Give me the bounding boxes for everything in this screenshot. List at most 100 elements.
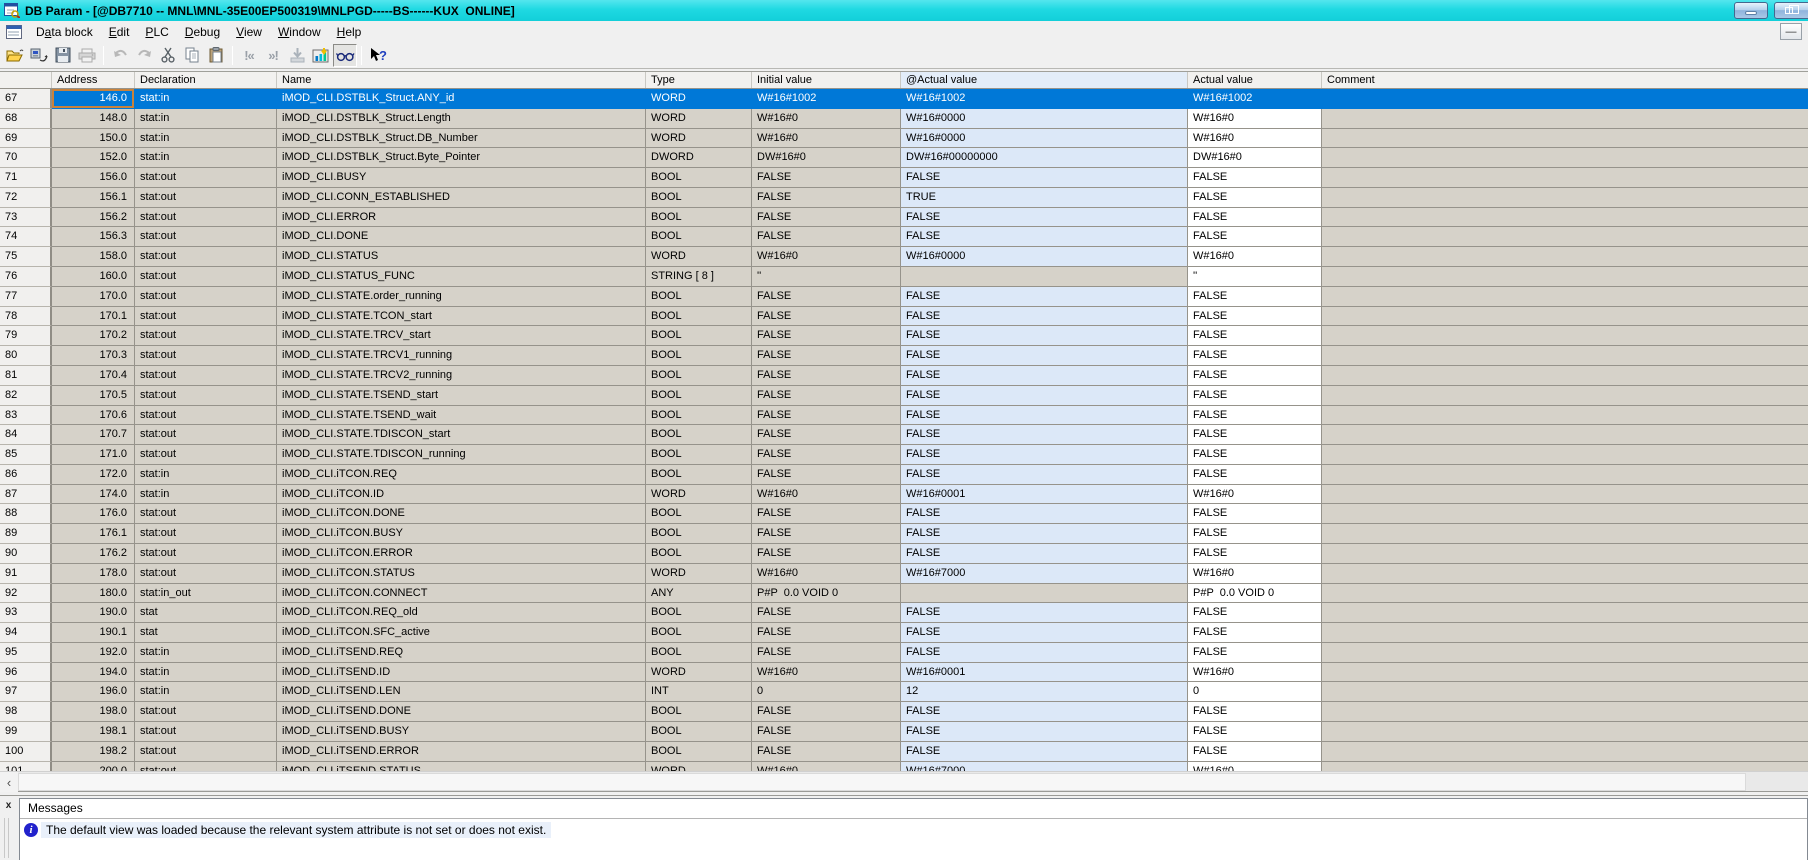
- cell-row_no[interactable]: 75: [0, 247, 52, 267]
- table-row[interactable]: 89176.1stat:outiMOD_CLI.iTCON.BUSYBOOLFA…: [0, 524, 1808, 544]
- cell-row_no[interactable]: 67: [0, 89, 52, 109]
- cell-actual[interactable]: FALSE: [1188, 524, 1322, 544]
- column-header-at_actual[interactable]: @Actual value: [901, 72, 1188, 88]
- cell-address[interactable]: 196.0: [52, 682, 135, 702]
- table-row[interactable]: 82170.5stat:outiMOD_CLI.STATE.TSEND_star…: [0, 386, 1808, 406]
- cell-address[interactable]: 178.0: [52, 564, 135, 584]
- cell-at_actual[interactable]: FALSE: [901, 445, 1188, 465]
- cell-initial[interactable]: FALSE: [752, 702, 901, 722]
- cell-at_actual[interactable]: W#16#7000: [901, 564, 1188, 584]
- cell-actual[interactable]: FALSE: [1188, 366, 1322, 386]
- cell-type[interactable]: BOOL: [646, 346, 752, 366]
- cell-actual[interactable]: FALSE: [1188, 406, 1322, 426]
- cell-row_no[interactable]: 68: [0, 109, 52, 129]
- cell-address[interactable]: 150.0: [52, 129, 135, 149]
- cell-type[interactable]: BOOL: [646, 386, 752, 406]
- cell-at_actual[interactable]: FALSE: [901, 208, 1188, 228]
- cell-name[interactable]: iMOD_CLI.DSTBLK_Struct.Length: [277, 109, 646, 129]
- cell-comment[interactable]: [1322, 267, 1808, 287]
- table-row[interactable]: 80170.3stat:outiMOD_CLI.STATE.TRCV1_runn…: [0, 346, 1808, 366]
- horizontal-scrollbar[interactable]: ‹: [0, 771, 1808, 791]
- cell-initial[interactable]: W#16#0: [752, 663, 901, 683]
- cell-at_actual[interactable]: FALSE: [901, 227, 1188, 247]
- cell-comment[interactable]: [1322, 287, 1808, 307]
- cell-actual[interactable]: FALSE: [1188, 425, 1322, 445]
- cell-row_no[interactable]: 76: [0, 267, 52, 287]
- table-body[interactable]: 67146.0stat:iniMOD_CLI.DSTBLK_Struct.ANY…: [0, 89, 1808, 771]
- cell-type[interactable]: BOOL: [646, 643, 752, 663]
- cell-actual[interactable]: FALSE: [1188, 465, 1322, 485]
- cell-row_no[interactable]: 93: [0, 603, 52, 623]
- cell-actual[interactable]: FALSE: [1188, 623, 1322, 643]
- cell-declaration[interactable]: stat:out: [135, 504, 277, 524]
- cell-initial[interactable]: FALSE: [752, 188, 901, 208]
- cell-address[interactable]: 170.4: [52, 366, 135, 386]
- cell-row_no[interactable]: 86: [0, 465, 52, 485]
- cell-at_actual[interactable]: W#16#7000: [901, 762, 1188, 771]
- cell-actual[interactable]: W#16#0: [1188, 762, 1322, 771]
- cell-row_no[interactable]: 80: [0, 346, 52, 366]
- cell-initial[interactable]: W#16#1002: [752, 89, 901, 109]
- cell-declaration[interactable]: stat:out: [135, 762, 277, 771]
- cell-declaration[interactable]: stat:out: [135, 307, 277, 327]
- cell-type[interactable]: BOOL: [646, 742, 752, 762]
- menu-window[interactable]: Window: [270, 23, 329, 41]
- cell-actual[interactable]: W#16#0: [1188, 247, 1322, 267]
- cell-row_no[interactable]: 70: [0, 148, 52, 168]
- cell-comment[interactable]: [1322, 485, 1808, 505]
- cell-name[interactable]: iMOD_CLI.iTSEND.REQ: [277, 643, 646, 663]
- table-row[interactable]: 95192.0stat:iniMOD_CLI.iTSEND.REQBOOLFAL…: [0, 643, 1808, 663]
- table-row[interactable]: 75158.0stat:outiMOD_CLI.STATUSWORDW#16#0…: [0, 247, 1808, 267]
- cell-name[interactable]: iMOD_CLI.STATUS_FUNC: [277, 267, 646, 287]
- menu-view[interactable]: View: [228, 23, 270, 41]
- table-row[interactable]: 96194.0stat:iniMOD_CLI.iTSEND.IDWORDW#16…: [0, 663, 1808, 683]
- cell-at_actual[interactable]: FALSE: [901, 643, 1188, 663]
- cell-name[interactable]: iMOD_CLI.STATE.TDISCON_start: [277, 425, 646, 445]
- cell-actual[interactable]: FALSE: [1188, 287, 1322, 307]
- cell-comment[interactable]: [1322, 524, 1808, 544]
- cell-initial[interactable]: FALSE: [752, 208, 901, 228]
- cell-name[interactable]: iMOD_CLI.STATE.TSEND_start: [277, 386, 646, 406]
- cell-actual[interactable]: W#16#0: [1188, 129, 1322, 149]
- minimize-button[interactable]: [1734, 2, 1768, 19]
- cell-name[interactable]: iMOD_CLI.STATE.TRCV1_running: [277, 346, 646, 366]
- cell-declaration[interactable]: stat:out: [135, 366, 277, 386]
- cell-actual[interactable]: W#16#1002: [1188, 89, 1322, 109]
- mdi-minimize-button[interactable]: —: [1780, 23, 1802, 40]
- cell-row_no[interactable]: 92: [0, 584, 52, 604]
- cell-declaration[interactable]: stat:in: [135, 109, 277, 129]
- cell-row_no[interactable]: 99: [0, 722, 52, 742]
- cell-row_no[interactable]: 78: [0, 307, 52, 327]
- cell-type[interactable]: BOOL: [646, 326, 752, 346]
- cell-at_actual[interactable]: FALSE: [901, 603, 1188, 623]
- cell-actual[interactable]: FALSE: [1188, 722, 1322, 742]
- cell-at_actual[interactable]: FALSE: [901, 425, 1188, 445]
- cell-declaration[interactable]: stat:out: [135, 544, 277, 564]
- glasses-button[interactable]: [333, 44, 357, 67]
- cell-at_actual[interactable]: [901, 267, 1188, 287]
- cell-initial[interactable]: FALSE: [752, 465, 901, 485]
- table-row[interactable]: 74156.3stat:outiMOD_CLI.DONEBOOLFALSEFAL…: [0, 227, 1808, 247]
- table-row[interactable]: 85171.0stat:outiMOD_CLI.STATE.TDISCON_ru…: [0, 445, 1808, 465]
- cell-name[interactable]: iMOD_CLI.STATE.TRCV_start: [277, 326, 646, 346]
- cell-type[interactable]: WORD: [646, 485, 752, 505]
- cell-address[interactable]: 176.0: [52, 504, 135, 524]
- cell-declaration[interactable]: stat:out: [135, 326, 277, 346]
- cell-name[interactable]: iMOD_CLI.iTCON.SFC_active: [277, 623, 646, 643]
- cell-declaration[interactable]: stat:out: [135, 227, 277, 247]
- cell-at_actual[interactable]: W#16#0000: [901, 109, 1188, 129]
- cell-row_no[interactable]: 82: [0, 386, 52, 406]
- table-row[interactable]: 86172.0stat:iniMOD_CLI.iTCON.REQBOOLFALS…: [0, 465, 1808, 485]
- cell-type[interactable]: BOOL: [646, 168, 752, 188]
- cell-declaration[interactable]: stat:out: [135, 702, 277, 722]
- cell-address[interactable]: 174.0: [52, 485, 135, 505]
- cell-declaration[interactable]: stat:in: [135, 89, 277, 109]
- cell-type[interactable]: BOOL: [646, 406, 752, 426]
- cell-actual[interactable]: W#16#0: [1188, 109, 1322, 129]
- column-header-actual[interactable]: Actual value: [1188, 72, 1322, 88]
- cell-initial[interactable]: W#16#0: [752, 485, 901, 505]
- cell-address[interactable]: 170.3: [52, 346, 135, 366]
- cell-type[interactable]: BOOL: [646, 307, 752, 327]
- cell-initial[interactable]: W#16#0: [752, 129, 901, 149]
- column-header-name[interactable]: Name: [277, 72, 646, 88]
